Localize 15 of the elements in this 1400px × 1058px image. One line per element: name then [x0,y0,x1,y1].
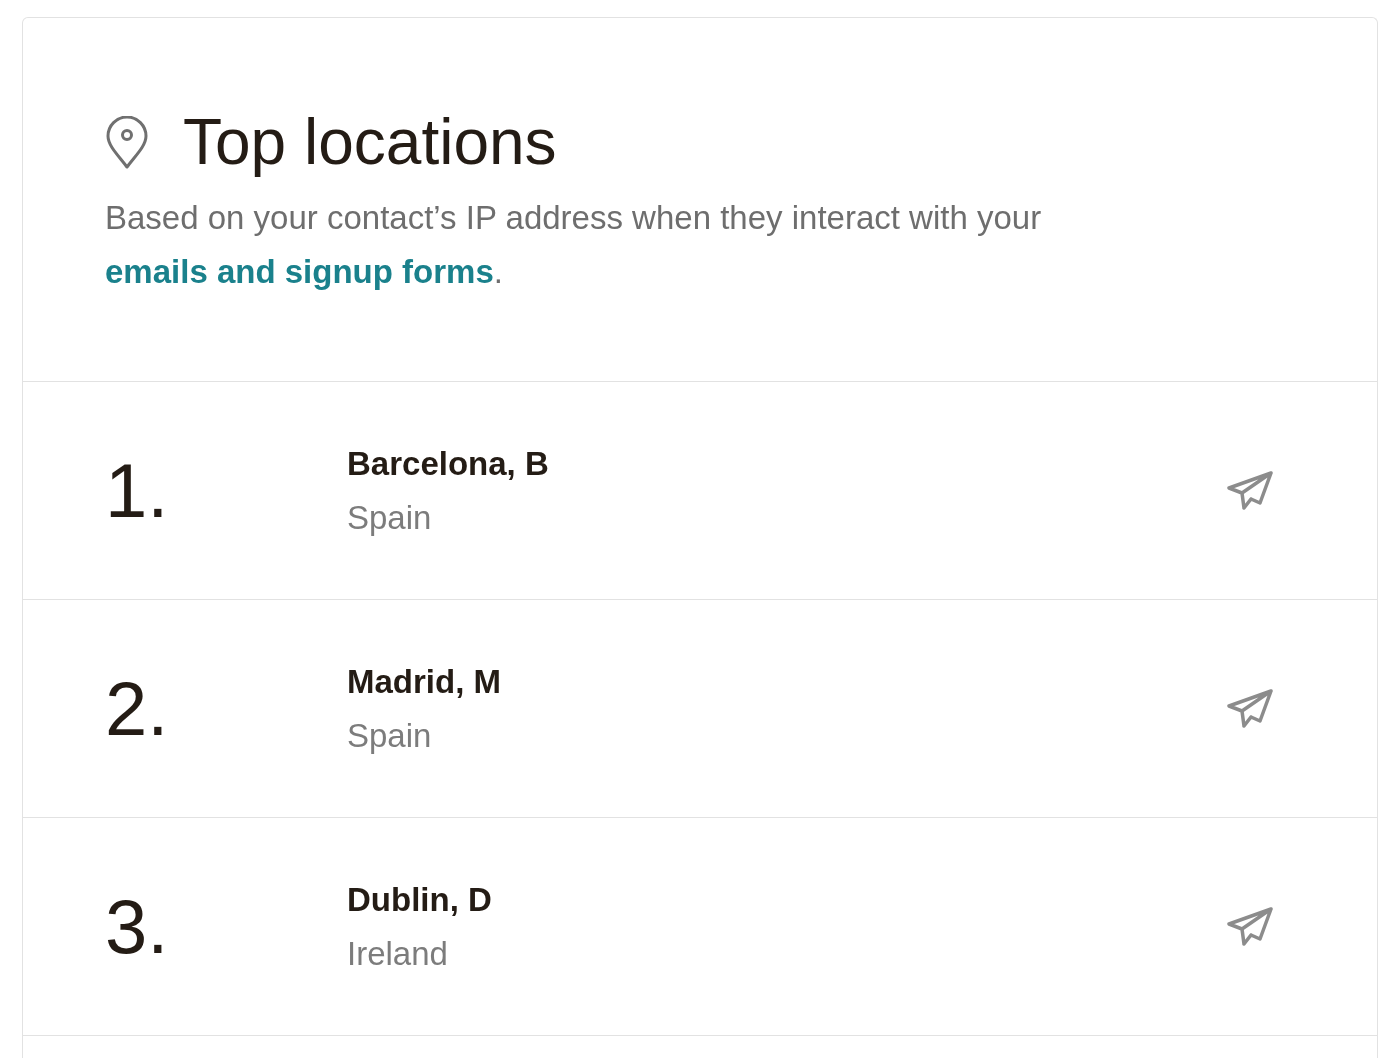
city-name: Barcelona, B [347,443,549,484]
paper-plane-icon[interactable] [1227,470,1273,511]
map-pin-icon [105,115,149,169]
country-name: Spain [347,715,432,756]
rank-number: 3. [105,886,170,967]
paper-plane-icon[interactable] [1227,906,1273,947]
paper-plane-icon[interactable] [1227,688,1273,729]
city-name: Dublin, D [347,879,492,920]
country-name: Ireland [347,933,448,974]
city-name: Madrid, M [347,661,501,702]
rank-number: 1. [105,450,170,531]
card-description: Based on your contact’s IP address when they interact with your emails and signup forms. [105,198,1043,292]
country-name: Spain [347,497,432,538]
rank-number: 2. [105,668,170,749]
description-link[interactable]: emails and signup forms [105,253,494,290]
